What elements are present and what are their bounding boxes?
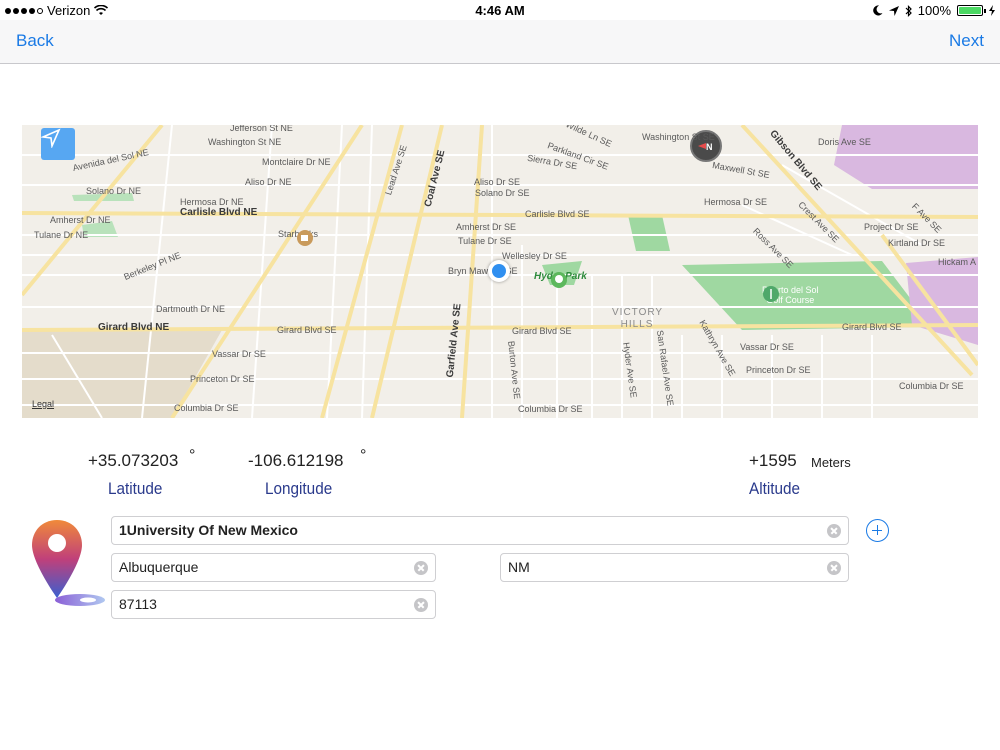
street-label: Girard Blvd SE bbox=[512, 326, 572, 336]
battery-icon bbox=[957, 5, 986, 16]
state-field-value: NM bbox=[508, 559, 530, 575]
battery-fill bbox=[959, 7, 981, 14]
latitude-label: Latitude bbox=[108, 479, 163, 498]
status-right: 100% bbox=[872, 3, 995, 18]
location-arrow-icon bbox=[41, 128, 61, 148]
location-arrow-icon bbox=[888, 5, 899, 16]
clear-icon[interactable] bbox=[414, 598, 428, 612]
street-label: Wellesley Dr SE bbox=[502, 251, 567, 261]
legal-link[interactable]: Legal bbox=[32, 399, 54, 409]
longitude-degree: ° bbox=[360, 447, 367, 464]
street-label: Columbia Dr SE bbox=[518, 404, 583, 414]
street-label: Vassar Dr SE bbox=[740, 342, 794, 352]
street-label: Amherst Dr SE bbox=[456, 222, 517, 232]
status-bar: Verizon 4:46 AM 100% bbox=[0, 0, 1000, 20]
clear-icon[interactable] bbox=[827, 561, 841, 575]
latitude-degree: ° bbox=[189, 447, 196, 464]
svg-text:N: N bbox=[706, 142, 713, 152]
street-label: Carlisle Blvd NE bbox=[180, 207, 258, 218]
street-label: Princeton Dr SE bbox=[746, 365, 811, 375]
back-button[interactable]: Back bbox=[16, 31, 54, 51]
clear-icon[interactable] bbox=[414, 561, 428, 575]
poi-golf-course[interactable]: Puerto del Sol Golf Course bbox=[762, 285, 819, 305]
poi-starbucks[interactable]: Starbucks bbox=[278, 229, 318, 246]
longitude-value: -106.612198 bbox=[248, 451, 344, 470]
street-label: Solano Dr SE bbox=[475, 188, 530, 198]
golf-icon bbox=[763, 286, 779, 302]
street-label: Hermosa Dr SE bbox=[704, 197, 768, 207]
map-view[interactable]: N Jefferson St NE Washington St NE Aveni… bbox=[22, 125, 978, 418]
street-label: Carlisle Blvd SE bbox=[525, 209, 590, 219]
street-label: Tulane Dr NE bbox=[34, 230, 89, 240]
street-label: Hickam A bbox=[938, 257, 977, 267]
altitude-unit: Meters bbox=[811, 455, 851, 470]
street-label: Princeton Dr SE bbox=[190, 374, 255, 384]
street-label: Jefferson St NE bbox=[230, 125, 293, 133]
street-label: Tulane Dr SE bbox=[458, 236, 512, 246]
street-label: Solano Dr NE bbox=[86, 186, 142, 196]
latitude-value: +35.073203 bbox=[88, 451, 179, 470]
street-label: Hermosa Dr NE bbox=[180, 197, 244, 207]
status-time: 4:46 AM bbox=[475, 3, 525, 18]
street-label: Project Dr SE bbox=[864, 222, 919, 232]
moon-icon bbox=[872, 5, 883, 16]
poi-hyder-park[interactable]: Hyder Park bbox=[534, 271, 587, 288]
next-button[interactable]: Next bbox=[949, 31, 984, 51]
street-label: Dartmouth Dr NE bbox=[156, 304, 226, 314]
charging-bolt-icon bbox=[989, 5, 995, 16]
city-field[interactable]: Albuquerque bbox=[111, 553, 436, 582]
street-label: Girard Blvd SE bbox=[277, 325, 337, 335]
navigation-bar: Back Next bbox=[0, 20, 1000, 64]
street-field-value: 1University Of New Mexico bbox=[119, 522, 298, 538]
street-label: Kirtland Dr SE bbox=[888, 238, 946, 248]
zip-field[interactable]: 87113 bbox=[111, 590, 436, 619]
street-label: Aliso Dr SE bbox=[474, 177, 521, 187]
street-label: Girard Blvd NE bbox=[98, 322, 170, 333]
street-label: Aliso Dr NE bbox=[245, 177, 292, 187]
city-field-value: Albuquerque bbox=[119, 559, 199, 575]
current-location-button[interactable] bbox=[41, 128, 75, 160]
coffee-icon bbox=[297, 230, 313, 246]
street-label: Doris Ave SE bbox=[818, 137, 871, 147]
street-label: Girard Blvd SE bbox=[842, 322, 902, 332]
state-field[interactable]: NM bbox=[500, 553, 849, 582]
longitude-label: Longitude bbox=[265, 479, 333, 498]
street-label: Vassar Dr SE bbox=[212, 349, 266, 359]
user-location-dot bbox=[488, 260, 510, 282]
clear-icon[interactable] bbox=[827, 524, 841, 538]
zip-field-value: 87113 bbox=[119, 596, 157, 612]
street-field[interactable]: 1University Of New Mexico bbox=[111, 516, 849, 545]
bluetooth-icon bbox=[905, 4, 912, 17]
street-label: Columbia Dr SE bbox=[899, 381, 964, 391]
street-label: Columbia Dr SE bbox=[174, 403, 239, 413]
street-label: Washington St SE bbox=[642, 132, 715, 142]
altitude-label: Altitude bbox=[749, 479, 801, 498]
street-label: Washington St NE bbox=[208, 137, 282, 147]
map-pin-icon bbox=[32, 520, 105, 606]
altitude-value: +1595 bbox=[749, 451, 797, 470]
add-button[interactable] bbox=[866, 519, 889, 542]
street-label: Amherst Dr NE bbox=[50, 215, 111, 225]
battery-percent: 100% bbox=[917, 3, 951, 18]
street-label: Montclaire Dr NE bbox=[262, 157, 331, 167]
district-label: VICTORY HILLS bbox=[612, 307, 664, 330]
tree-icon bbox=[551, 272, 567, 288]
